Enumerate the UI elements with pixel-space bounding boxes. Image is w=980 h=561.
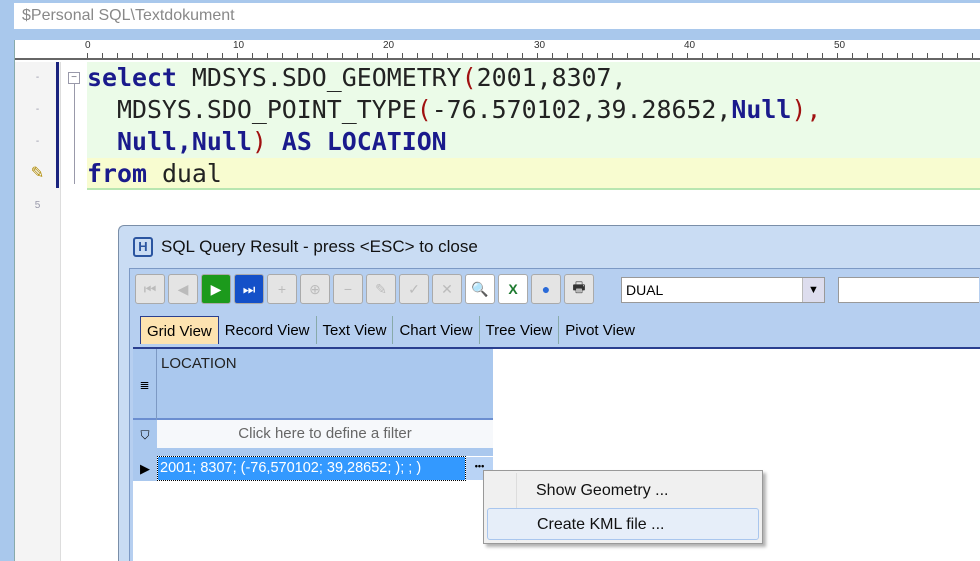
edit-icon[interactable]: ✎ [366, 274, 396, 304]
tab-grid-view[interactable]: Grid View [140, 316, 219, 344]
insert-icon[interactable]: + [267, 274, 297, 304]
line-gutter: - - - ✎ 5 [15, 62, 61, 561]
code-token: MDSYS.SDO_GEOMETRY [176, 63, 462, 92]
ruler-label: 40 [684, 40, 696, 51]
post-icon[interactable]: ✓ [399, 274, 429, 304]
next-record-icon[interactable]: ▶ [201, 274, 231, 304]
column-chooser-icon[interactable]: ≣ [133, 349, 157, 420]
excel-export-icon[interactable]: X [498, 274, 528, 304]
line-number: 5 [34, 200, 41, 211]
column-header-location[interactable]: LOCATION [161, 355, 237, 372]
ruler: 0 10 20 30 40 50 [15, 40, 980, 60]
code-token: ( [461, 63, 477, 92]
ruler-label: 50 [834, 40, 846, 51]
code-token: select [87, 63, 177, 92]
menu-item-create-kml[interactable]: Create KML file ... [487, 508, 759, 540]
document-path: $Personal SQL\Textdokument [14, 3, 980, 29]
line-marker: - [35, 104, 40, 115]
last-record-icon[interactable]: ⏭ [234, 274, 264, 304]
tab-chart-view[interactable]: Chart View [393, 316, 480, 344]
code-token: dual [146, 159, 222, 188]
code-token: ( [416, 95, 432, 124]
code-text[interactable]: select MDSYS.SDO_GEOMETRY(2001,8307, MDS… [87, 62, 980, 190]
ruler-label: 30 [534, 40, 546, 51]
code-token: MDSYS.SDO_POINT_TYPE [87, 95, 417, 124]
table-row[interactable]: ▶ 2001; 8307; (-76,570102; 39,28652; ); ;… [133, 456, 493, 481]
location-cell[interactable]: 2001; 8307; (-76,570102; 39,28652; ); ; … [157, 456, 466, 481]
delete-icon[interactable]: − [333, 274, 363, 304]
code-token: ) [251, 127, 267, 156]
printer-icon[interactable]: 🖶 [564, 274, 594, 304]
toolbar: ⏮ ◀ ▶ ⏭ + ⊕ − ✎ ✓ ✕ 🔍 X ● 🖶 [135, 274, 594, 304]
tab-pivot-view[interactable]: Pivot View [559, 316, 641, 344]
code-token: AS LOCATION [266, 127, 447, 156]
dialog-title-bar[interactable]: H SQL Query Result - press <ESC> to close [119, 226, 980, 268]
line-marker: - [35, 136, 40, 147]
code-token: ) [791, 95, 807, 124]
table-select[interactable]: DUAL ▼ [621, 277, 825, 303]
cancel-icon[interactable]: ✕ [432, 274, 462, 304]
dialog-title: SQL Query Result - press <ESC> to close [161, 237, 478, 256]
prev-record-icon[interactable]: ◀ [168, 274, 198, 304]
row-indicator-icon: ▶ [133, 456, 157, 481]
ruler-label: 20 [383, 40, 395, 51]
current-line-icon: ✎ [30, 165, 45, 182]
add-icon[interactable]: ⊕ [300, 274, 330, 304]
code-token: , [806, 95, 822, 124]
table-select-value: DUAL [626, 282, 664, 298]
ruler-label: 10 [233, 40, 245, 51]
first-record-icon[interactable]: ⏮ [135, 274, 165, 304]
code-token: from [87, 159, 147, 188]
line-marker: - [35, 72, 40, 83]
tab-tree-view[interactable]: Tree View [480, 316, 560, 344]
fold-toggle-icon[interactable]: − [68, 72, 80, 84]
filter-row[interactable]: Click here to define a filter [157, 420, 493, 448]
chevron-down-icon[interactable]: ▼ [802, 278, 824, 302]
menu-item-show-geometry[interactable]: Show Geometry ... [487, 475, 759, 507]
tab-text-view[interactable]: Text View [317, 316, 394, 344]
print-preview-icon[interactable]: 🔍 [465, 274, 495, 304]
view-tabs: Grid View Record View Text View Chart Vi… [140, 316, 641, 344]
search-input[interactable] [838, 277, 979, 303]
app-icon: H [133, 237, 153, 257]
code-token: -76.570102,39.28652, [431, 95, 732, 124]
code-token: Null [731, 95, 792, 124]
code-token: Null,Null [87, 127, 252, 156]
code-token: 2001,8307, [476, 63, 627, 92]
context-menu: Show Geometry ... Create KML file ... [483, 470, 763, 544]
ruler-label: 0 [85, 40, 91, 51]
filter-icon[interactable]: ⛉ [133, 420, 157, 456]
google-earth-icon[interactable]: ● [531, 274, 561, 304]
tab-record-view[interactable]: Record View [219, 316, 317, 344]
